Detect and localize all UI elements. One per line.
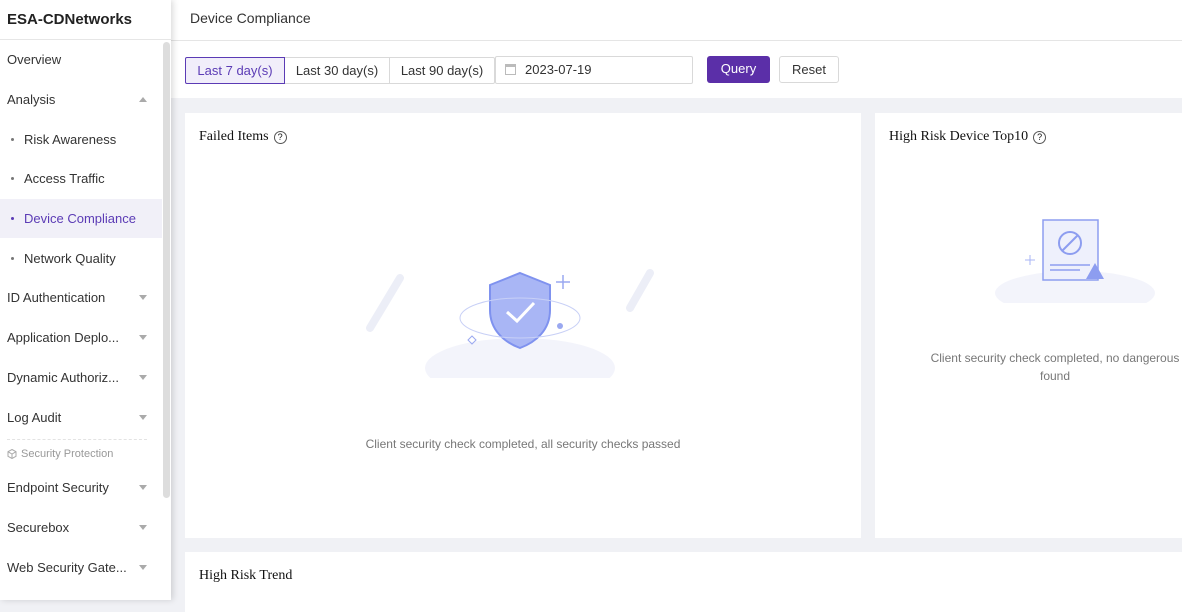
bullet-icon: [11, 256, 14, 260]
sidebar-item-label: Dynamic Authoriz...: [7, 369, 119, 385]
empty-state-text: Client security check completed, no dang…: [930, 351, 1180, 383]
cube-icon: [7, 448, 17, 459]
sidebar-item-dynamic-authorization[interactable]: Dynamic Authoriz...: [0, 358, 171, 398]
sidebar-item-device-compliance[interactable]: Device Compliance: [0, 198, 162, 239]
filter-bar: Last 7 day(s) Last 30 day(s) Last 90 day…: [171, 41, 1182, 98]
chevron-down-icon: [139, 564, 147, 570]
sidebar-scrollbar[interactable]: [163, 42, 170, 498]
card-title: Failed Items: [199, 129, 269, 144]
bullet-icon: [11, 137, 14, 141]
sidebar-item-label: Device Compliance: [24, 211, 136, 227]
chevron-down-icon: [139, 374, 147, 380]
sidebar-item-id-authentication[interactable]: ID Authentication: [0, 278, 171, 318]
chevron-up-icon: [139, 97, 147, 103]
card-title: High Risk Trend: [199, 568, 293, 583]
brand-logo: ESA-CDNetworks: [0, 0, 171, 40]
high-risk-device-top10-card: High Risk Device Top10? Client security …: [875, 113, 1182, 538]
sidebar-item-log-audit[interactable]: Log Audit: [0, 397, 171, 437]
sidebar-item-web-security-gateway[interactable]: Web Security Gate...: [0, 547, 171, 587]
sidebar-item-application-deployment[interactable]: Application Deplo...: [0, 318, 171, 358]
sidebar-item-label: ID Authentication: [7, 290, 106, 306]
sidebar-nav: Overview Analysis Risk Awareness Access …: [0, 40, 171, 600]
query-button[interactable]: Query: [707, 56, 770, 83]
chevron-down-icon: [139, 414, 147, 420]
range-last-30-days[interactable]: Last 30 day(s): [284, 57, 390, 84]
bullet-icon: [11, 177, 14, 181]
group-security-protection: Security Protection: [0, 440, 171, 468]
sidebar-item-network-quality[interactable]: Network Quality: [0, 238, 171, 278]
failed-items-card: Failed Items? Client security check comp…: [185, 113, 861, 538]
chevron-down-icon: [139, 335, 147, 341]
sidebar-item-analysis[interactable]: Analysis: [0, 80, 171, 120]
card-title: High Risk Device Top10: [889, 129, 1029, 144]
sidebar-item-label: Network Quality: [24, 250, 116, 266]
sidebar-item-label: Endpoint Security: [7, 480, 109, 496]
bullet-icon: [11, 217, 14, 221]
sidebar-item-risk-awareness[interactable]: Risk Awareness: [0, 119, 171, 159]
sidebar-item-label: Application Deplo...: [7, 330, 120, 346]
group-label: Security Protection: [21, 447, 114, 460]
help-icon[interactable]: ?: [1033, 130, 1047, 144]
sidebar-item-label: Analysis: [7, 92, 56, 108]
chevron-down-icon: [139, 485, 147, 491]
device-blocked-illustration: [995, 219, 1155, 303]
empty-state-text: Client security check completed, all sec…: [365, 437, 681, 451]
chevron-down-icon: [139, 295, 147, 301]
range-last-90-days[interactable]: Last 90 day(s): [389, 57, 495, 84]
date-picker[interactable]: 2023-07-19: [495, 56, 693, 84]
sidebar-item-label: Overview: [7, 52, 62, 68]
reset-button[interactable]: Reset: [779, 56, 839, 83]
calendar-icon: [505, 64, 516, 75]
range-last-7-days[interactable]: Last 7 day(s): [185, 57, 285, 84]
sidebar-item-endpoint-security[interactable]: Endpoint Security: [0, 468, 171, 508]
sidebar-item-overview[interactable]: Overview: [0, 40, 171, 80]
sidebar-item-label: Risk Awareness: [24, 131, 117, 147]
help-icon[interactable]: ?: [273, 130, 287, 144]
sidebar: ESA-CDNetworks Overview Analysis Risk Aw…: [0, 0, 171, 600]
high-risk-trend-card: High Risk Trend: [185, 552, 1182, 612]
sidebar-item-securebox[interactable]: Securebox: [0, 508, 171, 548]
sidebar-item-access-traffic[interactable]: Access Traffic: [0, 159, 171, 199]
date-value: 2023-07-19: [525, 62, 592, 77]
sidebar-item-label: Web Security Gate...: [7, 559, 127, 575]
sidebar-item-label: Access Traffic: [24, 171, 105, 187]
chevron-down-icon: [139, 524, 147, 530]
shield-check-illustration: [366, 269, 654, 378]
sidebar-item-label: Securebox: [7, 519, 70, 535]
sidebar-item-label: Log Audit: [7, 409, 62, 425]
page-title: Device Compliance: [171, 0, 1182, 41]
